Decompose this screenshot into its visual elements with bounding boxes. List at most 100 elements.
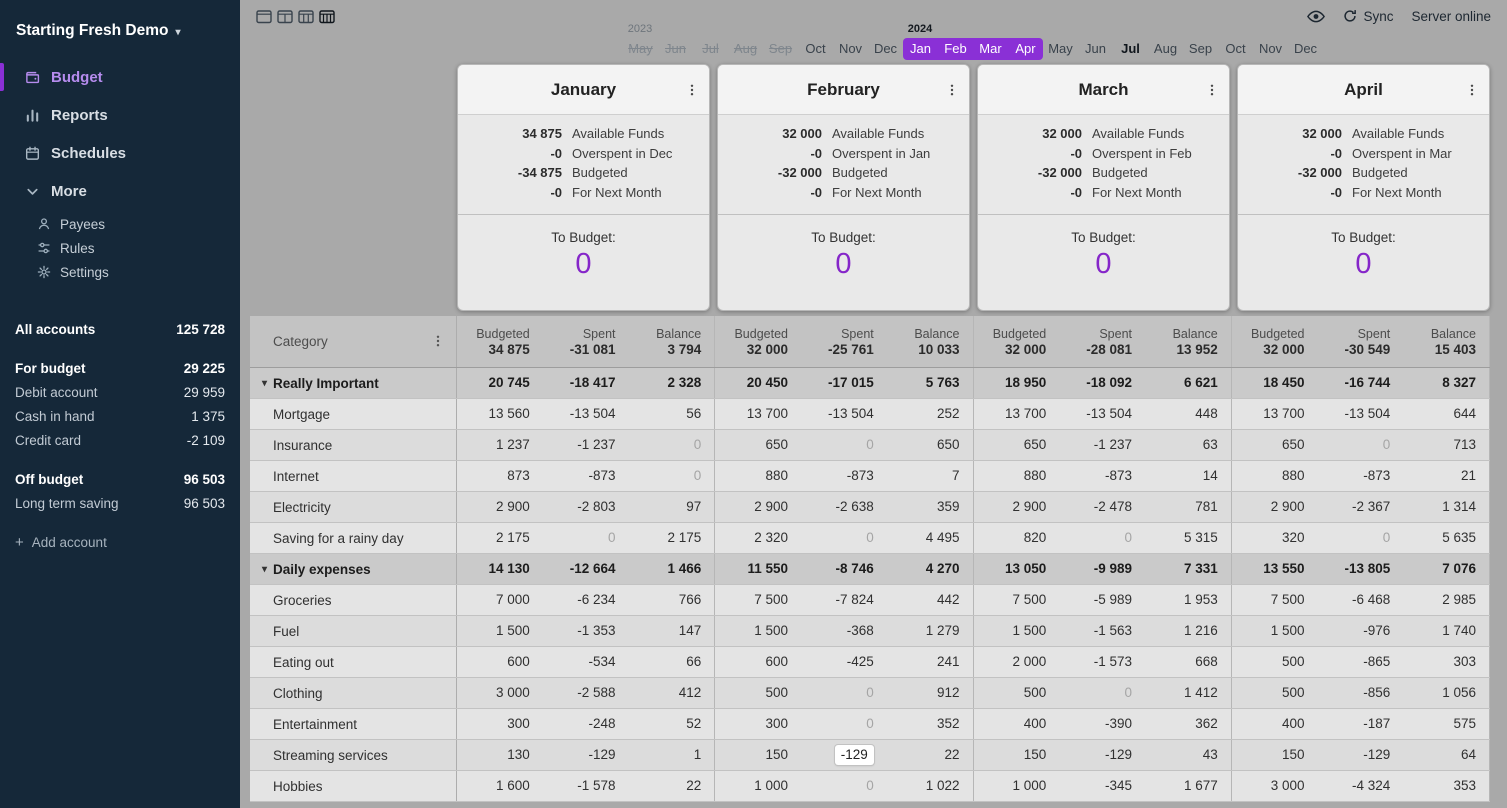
budgeted-cell[interactable]: 13 700 [974, 399, 1060, 429]
balance-cell[interactable]: 442 [887, 585, 973, 615]
category-name-cell[interactable]: Mortgage [250, 399, 457, 429]
balance-cell[interactable]: 147 [629, 616, 715, 646]
budgeted-cell[interactable]: 2 000 [974, 647, 1060, 677]
account-item-for-budget[interactable]: For budget29 225 [0, 356, 240, 380]
budgeted-cell[interactable]: 500 [715, 678, 801, 708]
balance-cell[interactable]: 252 [887, 399, 973, 429]
month-menu-icon[interactable] [1465, 65, 1481, 114]
budgeted-cell[interactable]: 20 745 [457, 368, 543, 398]
budgeted-cell[interactable]: 2 900 [457, 492, 543, 522]
to-budget[interactable]: To Budget:0 [458, 214, 709, 310]
balance-cell[interactable]: 1 412 [1145, 678, 1231, 708]
balance-cell[interactable]: 1 314 [1403, 492, 1489, 522]
balance-cell[interactable]: 412 [629, 678, 715, 708]
account-item-debit-account[interactable]: Debit account29 959 [0, 380, 240, 404]
balance-cell[interactable]: 21 [1403, 461, 1489, 491]
category-name-cell[interactable]: Entertainment [250, 709, 457, 739]
budgeted-cell[interactable]: 500 [974, 678, 1060, 708]
spent-cell[interactable]: -425 [801, 647, 887, 677]
budgeted-cell[interactable]: 650 [974, 430, 1060, 460]
spent-cell[interactable]: -1 563 [1059, 616, 1145, 646]
budgeted-cell[interactable]: 2 320 [715, 523, 801, 553]
month-nav-2023-dec[interactable]: Dec [868, 38, 903, 60]
balance-cell[interactable]: 66 [629, 647, 715, 677]
balance-cell[interactable]: 1 056 [1403, 678, 1489, 708]
balance-cell[interactable]: 2 328 [629, 368, 715, 398]
spent-cell[interactable]: 0 [801, 709, 887, 739]
month-nav-2024-apr[interactable]: Apr [1008, 38, 1043, 60]
spent-cell[interactable]: -13 504 [543, 399, 629, 429]
balance-cell[interactable]: 303 [1403, 647, 1489, 677]
spent-cell[interactable]: -6 234 [543, 585, 629, 615]
balance-cell[interactable]: 4 495 [887, 523, 973, 553]
spent-cell[interactable]: -2 367 [1318, 492, 1404, 522]
budgeted-cell[interactable]: 820 [974, 523, 1060, 553]
spent-cell[interactable]: -1 573 [1059, 647, 1145, 677]
spent-cell[interactable]: -13 504 [801, 399, 887, 429]
balance-cell[interactable]: 22 [629, 771, 715, 801]
collapse-icon[interactable]: ▾ [262, 564, 267, 575]
budgeted-cell[interactable]: 500 [1232, 647, 1318, 677]
balance-cell[interactable]: 644 [1403, 399, 1489, 429]
balance-cell[interactable]: 64 [1403, 740, 1489, 770]
balance-cell[interactable]: 7 [887, 461, 973, 491]
budgeted-cell[interactable]: 13 560 [457, 399, 543, 429]
budgeted-cell[interactable]: 150 [974, 740, 1060, 770]
month-nav-2024-dec[interactable]: Dec [1288, 38, 1323, 60]
balance-cell[interactable]: 6 621 [1145, 368, 1231, 398]
spent-cell[interactable]: 0 [543, 523, 629, 553]
month-nav-2024-may[interactable]: May [1043, 38, 1078, 60]
balance-cell[interactable]: 5 315 [1145, 523, 1231, 553]
sidebar-item-payees[interactable]: Payees [0, 212, 240, 236]
budgeted-cell[interactable]: 2 175 [457, 523, 543, 553]
budgeted-cell[interactable]: 13 050 [974, 554, 1060, 584]
spent-cell[interactable]: -368 [801, 616, 887, 646]
month-menu-icon[interactable] [1205, 65, 1221, 114]
balance-cell[interactable]: 1 677 [1145, 771, 1231, 801]
balance-cell[interactable]: 97 [629, 492, 715, 522]
category-name-cell[interactable]: Insurance [250, 430, 457, 460]
balance-cell[interactable]: 352 [887, 709, 973, 739]
spent-cell[interactable]: -187 [1318, 709, 1404, 739]
budgeted-cell[interactable]: 873 [457, 461, 543, 491]
account-item-credit-card[interactable]: Credit card-2 109 [0, 428, 240, 452]
sidebar-item-more[interactable]: More [0, 174, 240, 208]
one-month-view-icon[interactable] [256, 9, 272, 24]
spent-cell[interactable]: -2 478 [1059, 492, 1145, 522]
balance-cell[interactable]: 22 [887, 740, 973, 770]
to-budget[interactable]: To Budget:0 [718, 214, 969, 310]
category-name-cell[interactable]: Groceries [250, 585, 457, 615]
category-name-cell[interactable]: ▾Daily expenses [250, 554, 457, 584]
budgeted-cell[interactable]: 7 500 [715, 585, 801, 615]
spent-cell[interactable]: -129 [1318, 740, 1404, 770]
budgeted-cell[interactable]: 7 000 [457, 585, 543, 615]
spent-cell[interactable]: -873 [1059, 461, 1145, 491]
balance-cell[interactable]: 43 [1145, 740, 1231, 770]
spent-cell[interactable]: -865 [1318, 647, 1404, 677]
spent-cell[interactable]: -12 664 [543, 554, 629, 584]
spent-cell[interactable]: 0 [1318, 523, 1404, 553]
spent-cell[interactable]: -1 237 [1059, 430, 1145, 460]
to-budget-value[interactable]: 0 [575, 248, 591, 281]
budgeted-cell[interactable]: 150 [1232, 740, 1318, 770]
balance-cell[interactable]: 56 [629, 399, 715, 429]
balance-cell[interactable]: 0 [629, 461, 715, 491]
account-item-long-term-saving[interactable]: Long term saving96 503 [0, 491, 240, 515]
budgeted-cell[interactable]: 1 237 [457, 430, 543, 460]
balance-cell[interactable]: 1 953 [1145, 585, 1231, 615]
spent-cell[interactable]: 0 [1318, 430, 1404, 460]
spent-cell[interactable]: -873 [1318, 461, 1404, 491]
add-account-button[interactable]: + Add account [0, 530, 240, 554]
budgeted-cell[interactable]: 1 000 [715, 771, 801, 801]
balance-cell[interactable]: 0 [629, 430, 715, 460]
spent-cell[interactable]: 0 [801, 430, 887, 460]
month-nav-2024-mar[interactable]: Mar [973, 38, 1008, 60]
account-item-all-accounts[interactable]: All accounts125 728 [0, 317, 240, 341]
balance-cell[interactable]: 1 216 [1145, 616, 1231, 646]
budgeted-cell[interactable]: 2 900 [974, 492, 1060, 522]
category-name-cell[interactable]: Eating out [250, 647, 457, 677]
spent-cell[interactable]: -18 092 [1059, 368, 1145, 398]
spent-cell[interactable]: 0 [801, 678, 887, 708]
budgeted-cell[interactable]: 14 130 [457, 554, 543, 584]
balance-cell[interactable]: 359 [887, 492, 973, 522]
